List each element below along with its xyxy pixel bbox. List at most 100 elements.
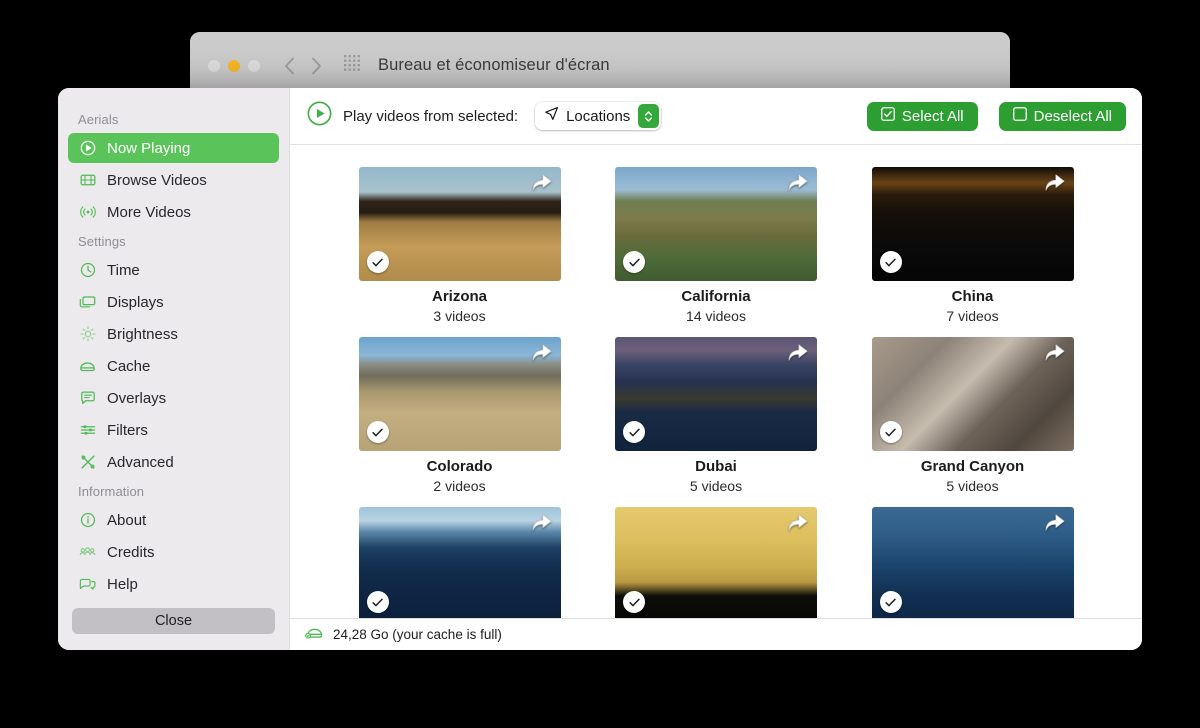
selected-checkmark-badge[interactable] — [623, 251, 645, 273]
share-arrow-icon[interactable] — [785, 511, 811, 535]
video-card-count: 14 videos — [615, 308, 817, 324]
cache-disk-icon — [79, 358, 96, 375]
locations-popup-button[interactable]: Locations — [535, 102, 661, 130]
sidebar-item-credits[interactable]: Credits — [68, 537, 279, 567]
broadcast-icon — [79, 204, 96, 221]
sidebar-group-header-settings: Settings — [58, 228, 289, 254]
selected-checkmark-badge[interactable] — [880, 591, 902, 613]
info-circle-icon — [79, 512, 96, 529]
video-card-title: China — [872, 288, 1074, 305]
sidebar-item-label: Time — [107, 262, 140, 279]
sidebar-item-cache[interactable]: Cache — [68, 351, 279, 381]
video-thumbnail[interactable] — [872, 337, 1074, 451]
close-button[interactable]: Close — [72, 608, 275, 634]
video-card-count: 2 videos — [359, 478, 561, 494]
nav-arrows[interactable] — [284, 57, 322, 75]
selected-checkmark-badge[interactable] — [623, 591, 645, 613]
video-thumbnail[interactable] — [359, 167, 561, 281]
share-arrow-icon[interactable] — [785, 341, 811, 365]
deselect-all-button[interactable]: Deselect All — [999, 102, 1126, 131]
video-card[interactable]: California 14 videos — [615, 167, 817, 324]
sidebar-item-label: Help — [107, 576, 138, 593]
video-thumbnail[interactable] — [615, 337, 817, 451]
share-arrow-icon[interactable] — [785, 171, 811, 195]
selected-checkmark-badge[interactable] — [880, 251, 902, 273]
sidebar-item-label: Credits — [107, 544, 155, 561]
share-arrow-icon[interactable] — [529, 511, 555, 535]
play-circle-icon[interactable] — [307, 101, 332, 131]
video-card[interactable]: Grand Canyon 5 videos — [872, 337, 1074, 494]
video-card[interactable]: China 7 videos — [872, 167, 1074, 324]
window-zoom-button[interactable] — [248, 60, 260, 72]
show-all-grid-icon[interactable] — [344, 55, 360, 76]
selected-checkmark-badge[interactable] — [367, 591, 389, 613]
share-arrow-icon[interactable] — [1042, 171, 1068, 195]
video-thumbnail[interactable] — [359, 337, 561, 451]
video-card-count: 5 videos — [872, 478, 1074, 494]
sidebar-item-about[interactable]: About — [68, 505, 279, 535]
selected-checkmark-badge[interactable] — [367, 251, 389, 273]
deselect-all-label: Deselect All — [1034, 108, 1112, 125]
window-close-button[interactable] — [208, 60, 220, 72]
video-card[interactable] — [359, 507, 561, 618]
share-arrow-icon[interactable] — [1042, 511, 1068, 535]
video-card-count: 3 videos — [359, 308, 561, 324]
clock-icon — [79, 262, 96, 279]
sidebar-item-time[interactable]: Time — [68, 255, 279, 285]
selected-checkmark-badge[interactable] — [623, 421, 645, 443]
filters-icon — [79, 422, 96, 439]
desktop-background: Bureau et économiseur d'écran Rechercher… — [0, 0, 1200, 728]
window-minimize-button[interactable] — [228, 60, 240, 72]
sidebar-item-displays[interactable]: Displays — [68, 287, 279, 317]
status-bar: 24,28 Go (your cache is full) — [290, 618, 1142, 650]
video-thumbnail[interactable] — [872, 167, 1074, 281]
sidebar-spacer — [58, 600, 289, 608]
share-arrow-icon[interactable] — [529, 341, 555, 365]
video-card[interactable]: Arizona 3 videos — [359, 167, 561, 324]
sidebar-item-label: About — [107, 512, 146, 529]
play-circle-icon — [79, 140, 96, 157]
video-card-title: Dubai — [615, 458, 817, 475]
video-card[interactable]: Colorado 2 videos — [359, 337, 561, 494]
video-thumbnail[interactable] — [359, 507, 561, 618]
cache-disk-icon — [305, 624, 324, 646]
video-card[interactable] — [872, 507, 1074, 618]
sidebar-item-now-playing[interactable]: Now Playing — [68, 133, 279, 163]
prefs-window-title: Bureau et économiseur d'écran — [378, 56, 610, 75]
sidebar-item-label: Displays — [107, 294, 164, 311]
sidebar-group-header-information: Information — [58, 478, 289, 504]
back-chevron-icon[interactable] — [284, 57, 295, 75]
video-card-title: California — [615, 288, 817, 305]
video-thumbnail[interactable] — [872, 507, 1074, 618]
video-card[interactable]: Dubai 5 videos — [615, 337, 817, 494]
video-grid-scroll-area[interactable]: Arizona 3 videos — [290, 145, 1142, 618]
video-thumbnail[interactable] — [615, 507, 817, 618]
traffic-lights[interactable] — [208, 60, 260, 72]
sidebar-item-overlays[interactable]: Overlays — [68, 383, 279, 413]
sidebar-item-filters[interactable]: Filters — [68, 415, 279, 445]
sidebar-item-label: Advanced — [107, 454, 174, 471]
main-content: Play videos from selected: Locations — [290, 88, 1142, 650]
video-thumbnail[interactable] — [615, 167, 817, 281]
aerial-preferences-window[interactable]: Aerials Now Playing Browse Vi — [58, 88, 1142, 650]
displays-icon — [79, 294, 96, 311]
video-grid: Arizona 3 videos — [290, 167, 1142, 618]
select-all-button[interactable]: Select All — [867, 102, 978, 131]
sidebar-item-advanced[interactable]: Advanced — [68, 447, 279, 477]
sidebar-item-brightness[interactable]: Brightness — [68, 319, 279, 349]
sidebar-item-label: More Videos — [107, 204, 191, 221]
selected-checkmark-badge[interactable] — [367, 421, 389, 443]
sidebar-item-label: Brightness — [107, 326, 178, 343]
up-down-chevron-icon[interactable] — [638, 104, 659, 128]
share-arrow-icon[interactable] — [529, 171, 555, 195]
sidebar-item-help[interactable]: Help — [68, 569, 279, 599]
video-card[interactable] — [615, 507, 817, 618]
select-all-label: Select All — [902, 108, 964, 125]
sidebar-item-more-videos[interactable]: More Videos — [68, 197, 279, 227]
selected-checkmark-badge[interactable] — [880, 421, 902, 443]
share-arrow-icon[interactable] — [1042, 341, 1068, 365]
tools-icon — [79, 454, 96, 471]
sidebar-item-browse-videos[interactable]: Browse Videos — [68, 165, 279, 195]
people-icon — [79, 544, 96, 561]
forward-chevron-icon[interactable] — [311, 57, 322, 75]
